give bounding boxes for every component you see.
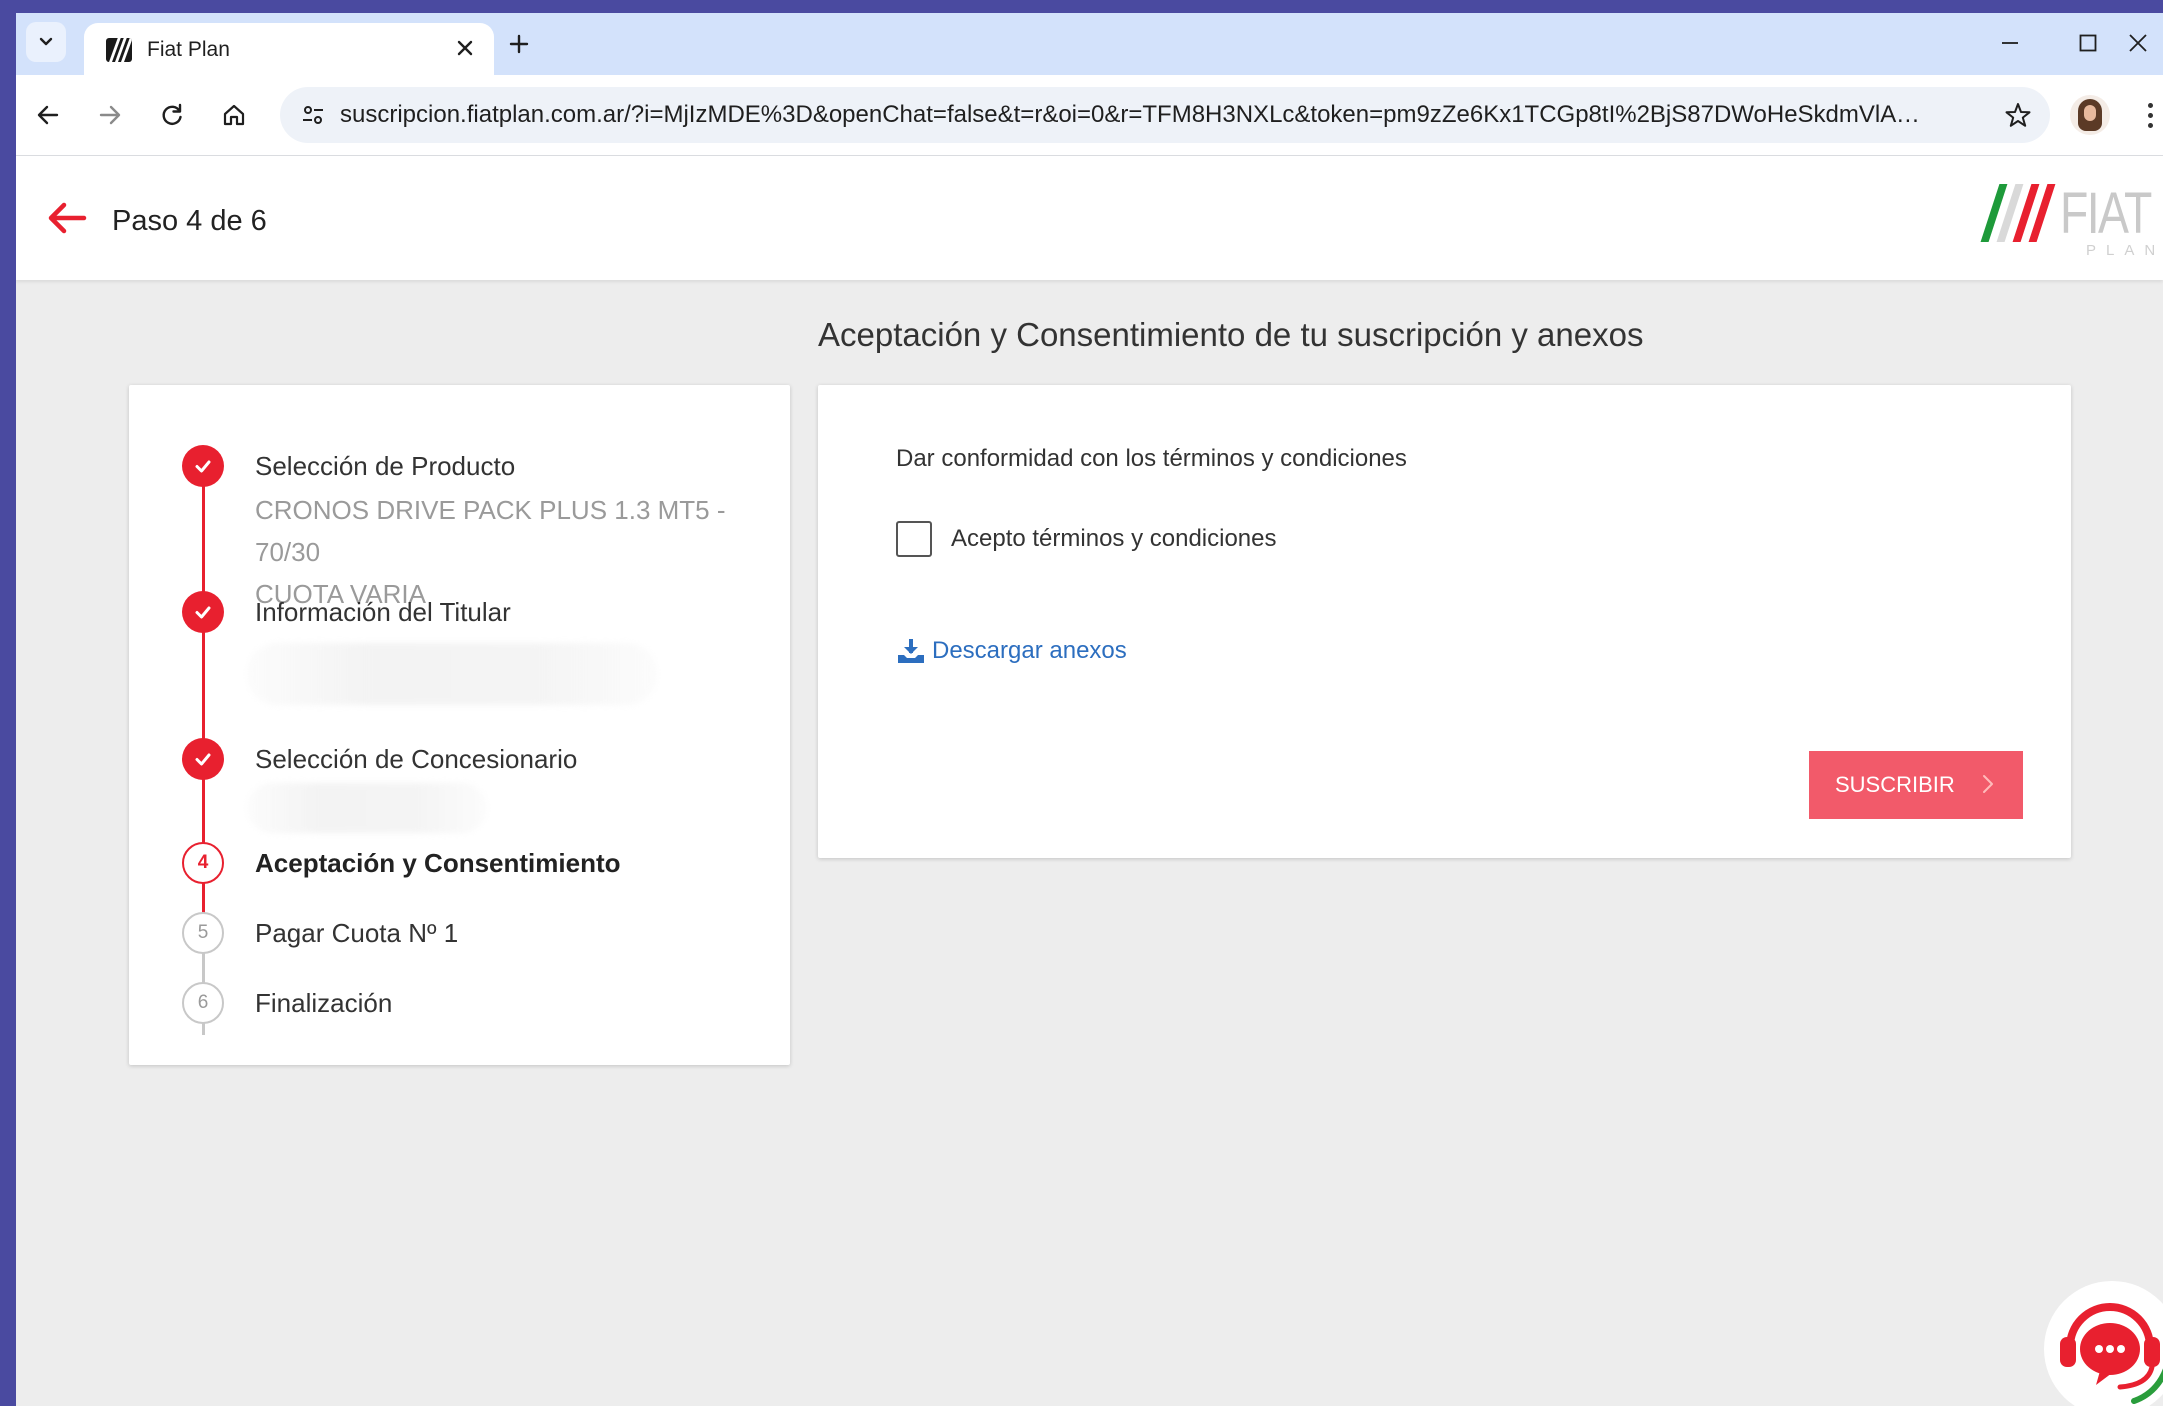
tab-title: Fiat Plan	[147, 38, 230, 61]
step-4-marker: 4	[182, 842, 224, 884]
browser-toolbar: suscripcion.fiatplan.com.ar/?i=MjIzMDE%3…	[16, 75, 2163, 156]
kebab-menu-icon	[2147, 102, 2153, 128]
fiat-plan-logo: FIAT PLAN	[1976, 181, 2163, 264]
step-2-marker	[182, 591, 224, 633]
home-icon	[223, 104, 245, 126]
accept-terms-label[interactable]: Acepto términos y condiciones	[951, 525, 1277, 553]
accept-terms-checkbox[interactable]	[896, 521, 932, 557]
tab-search-button[interactable]	[26, 22, 66, 62]
terms-card: Dar conformidad con los términos y condi…	[818, 385, 2071, 858]
step-5-label: Pagar Cuota Nº 1	[255, 918, 459, 948]
chat-support-icon	[2060, 1303, 2163, 1404]
step-1-marker	[182, 445, 224, 487]
address-bar[interactable]: suscripcion.fiatplan.com.ar/?i=MjIzMDE%3…	[280, 87, 2050, 143]
close-icon	[457, 40, 473, 56]
step-3-label: Selección de Concesionario	[255, 744, 578, 774]
home-button[interactable]	[212, 93, 256, 137]
browser-menu-button[interactable]	[2140, 97, 2160, 133]
back-icon	[37, 105, 59, 125]
plus-icon	[509, 34, 529, 54]
product-name: CRONOS DRIVE PACK PLUS 1.3 MT5 - 70/30	[255, 495, 726, 567]
profile-avatar[interactable]	[2070, 95, 2110, 135]
download-icon	[898, 639, 924, 663]
fiat-favicon-icon	[106, 38, 132, 62]
step-6-marker: 6	[182, 982, 224, 1024]
reload-icon	[162, 103, 182, 125]
forward-icon	[99, 105, 121, 125]
maximize-button[interactable]	[2066, 25, 2110, 61]
step-1-label: Selección de Producto	[255, 451, 516, 481]
tune-icon	[303, 106, 323, 124]
minimize-icon	[2002, 42, 2018, 44]
step-2-label: Información del Titular	[255, 597, 511, 627]
bookmark-button[interactable]	[2000, 97, 2036, 133]
forward-button[interactable]	[88, 93, 132, 137]
page-title: Aceptación y Consentimiento de tu suscri…	[818, 316, 1644, 353]
check-icon	[195, 606, 211, 619]
minimize-button[interactable]	[1988, 25, 2032, 61]
brand-word: FIAT	[2060, 181, 2152, 246]
step-4-label: Aceptación y Consentimiento	[255, 848, 621, 878]
chat-support-button[interactable]	[2044, 1281, 2163, 1406]
step-3-marker	[182, 738, 224, 780]
check-icon	[195, 753, 211, 766]
close-icon	[2129, 34, 2147, 52]
maximize-icon	[2079, 34, 2097, 52]
back-button[interactable]	[26, 93, 70, 137]
terms-heading: Dar conformidad con los términos y condi…	[896, 445, 1407, 472]
redacted-holder-info	[247, 643, 657, 705]
step-counter: Paso 4 de 6	[112, 205, 267, 237]
progress-stepper: Selección de Producto CRONOS DRIVE PACK …	[129, 385, 790, 1065]
subscribe-button[interactable]: SUSCRIBIR	[1809, 751, 2023, 819]
reload-button[interactable]	[150, 93, 194, 137]
chevron-down-icon	[39, 37, 53, 46]
browser-window: Fiat Plan suscripcion.fiatplan.com.ar/?i…	[16, 13, 2163, 1406]
new-tab-button[interactable]	[502, 27, 536, 61]
download-annexes-label[interactable]: Descargar anexos	[932, 637, 1127, 665]
site-info-button[interactable]	[298, 100, 328, 130]
star-icon	[2005, 103, 2031, 127]
redacted-dealer-info	[247, 783, 487, 833]
tab-close-button[interactable]	[450, 33, 480, 63]
check-icon	[195, 460, 211, 473]
app-header: Paso 4 de 6 FIAT PLAN	[16, 156, 2163, 280]
subscribe-label: SUSCRIBIR	[1835, 772, 1955, 797]
back-arrow-icon[interactable]	[44, 198, 88, 238]
tab-strip: Fiat Plan	[16, 13, 2163, 75]
brand-subtitle: PLAN	[2086, 242, 2163, 259]
url-text[interactable]: suscripcion.fiatplan.com.ar/?i=MjIzMDE%3…	[340, 101, 1925, 129]
chevron-right-icon	[1983, 775, 1993, 793]
step-6-label: Finalización	[255, 988, 393, 1018]
download-annexes-link[interactable]: Descargar anexos	[896, 634, 1127, 668]
close-window-button[interactable]	[2128, 25, 2163, 61]
step-5-marker: 5	[182, 912, 224, 954]
browser-tab[interactable]: Fiat Plan	[84, 23, 494, 75]
